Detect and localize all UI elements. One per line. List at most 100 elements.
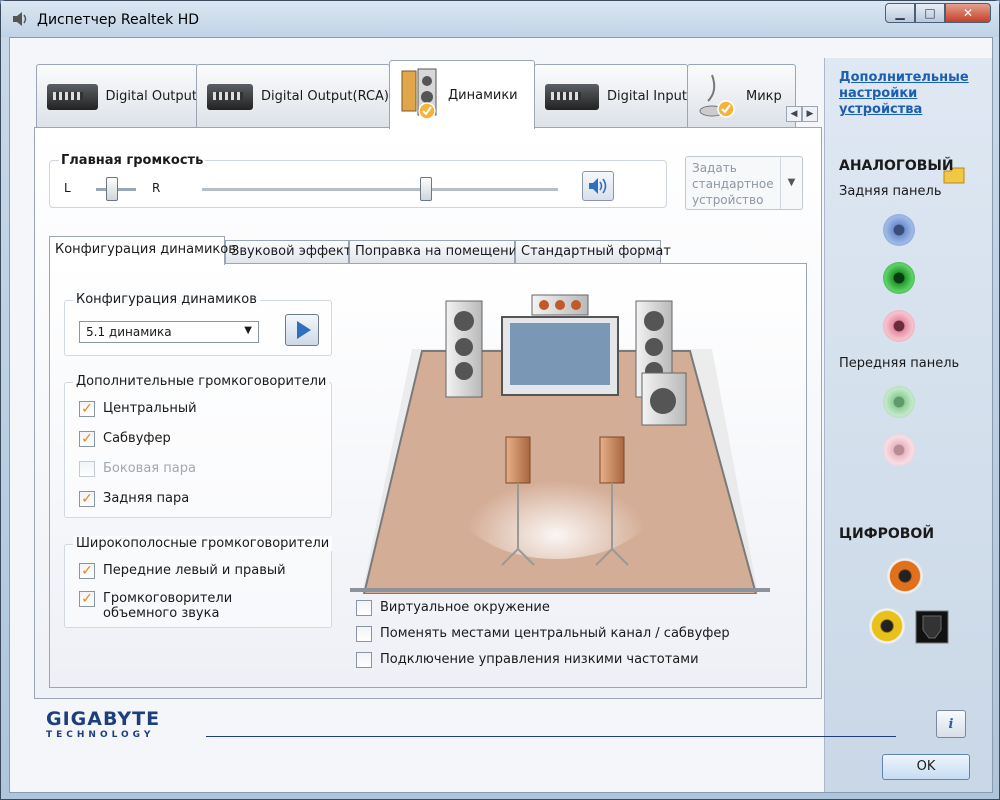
- checkbox-box: [79, 461, 95, 477]
- tab-sound-effect[interactable]: Звуковой эффект: [225, 240, 351, 264]
- device-tabs: Digital Output Digital Output(RCA) Динам…: [36, 60, 796, 129]
- tab-digital-output-rca[interactable]: Digital Output(RCA): [196, 64, 390, 128]
- back-panel-label: Задняя панель: [839, 184, 942, 199]
- side-pair-checkbox[interactable]: Боковая пара: [79, 461, 196, 477]
- title-bar: Диспетчер Realtek HD ▁ □ ✕: [1, 1, 999, 37]
- green-jack-icon[interactable]: [883, 262, 915, 294]
- main-volume-title: Главная громкость: [59, 153, 206, 168]
- tab-speakers[interactable]: Динамики: [389, 60, 535, 129]
- speaker-volume-icon: [589, 178, 607, 194]
- center-checkbox[interactable]: ✓ Центральный: [79, 401, 197, 417]
- bass-management-checkbox[interactable]: Подключение управления низкими частотами: [356, 652, 699, 668]
- pink-jack-icon[interactable]: [883, 310, 915, 342]
- speaker-config-group: Конфигурация динамиков 5.1 динамика ▼: [64, 292, 332, 356]
- minimize-button[interactable]: ▁: [885, 3, 915, 23]
- checkbox-check: ✓: [79, 563, 95, 579]
- checkbox-check: ✓: [79, 491, 95, 507]
- speakers-panel: L R Главная громкость Задать стандартное…: [34, 127, 822, 699]
- checkbox-label: Центральный: [103, 401, 197, 416]
- speaker-room-illustration: [362, 294, 758, 594]
- tab-digital-input[interactable]: Digital Input: [534, 64, 688, 128]
- speaker-config-title: Конфигурация динамиков: [73, 292, 260, 307]
- tab-default-format[interactable]: Стандартный формат: [515, 240, 671, 264]
- checkbox-label: Сабвуфер: [103, 431, 171, 446]
- digital-device-icon: [207, 83, 254, 110]
- speaker-config-select[interactable]: 5.1 динамика ▼: [79, 321, 259, 343]
- close-button[interactable]: ✕: [945, 3, 991, 23]
- speaker-app-icon: [13, 12, 27, 26]
- checkbox-label: Боковая пара: [103, 461, 196, 476]
- blue-jack-icon[interactable]: [883, 214, 915, 246]
- yellow-coax-jack-icon[interactable]: [869, 608, 905, 644]
- gigabyte-logo: GIGABYTE TECHNOLOGY: [46, 708, 160, 740]
- digital-device-icon: [545, 83, 599, 110]
- connector-side-panel: Дополнительные настройки устройства АНАЛ…: [824, 58, 992, 792]
- tab-scroll-right-button[interactable]: ▶: [802, 106, 818, 122]
- pink-front-jack-icon[interactable]: [883, 434, 915, 466]
- optical-port-icon[interactable]: [915, 610, 949, 644]
- maximize-button[interactable]: □: [915, 3, 945, 23]
- wideband-speakers-title: Широкополосные громкоговорители: [73, 536, 333, 551]
- window-title: Диспетчер Realtek HD: [37, 12, 200, 28]
- additional-speakers-group: Дополнительные громкоговорители ✓ Центра…: [64, 374, 332, 518]
- microphone-icon: [699, 74, 735, 118]
- subwoofer-checkbox[interactable]: ✓ Сабвуфер: [79, 431, 171, 447]
- balance-slider[interactable]: [106, 177, 118, 201]
- checkbox-check: ✓: [79, 431, 95, 447]
- play-test-button[interactable]: [285, 314, 319, 346]
- chevron-down-icon[interactable]: ▼: [780, 157, 802, 209]
- speakers-icon: [401, 68, 437, 120]
- front-lr-checkbox[interactable]: ✓ Передние левый и правый: [79, 563, 286, 579]
- balance-right-label: R: [152, 181, 161, 195]
- front-panel-label: Передняя панель: [839, 356, 960, 371]
- play-icon: [297, 321, 311, 339]
- logo-text: GIGABYTE: [46, 708, 161, 730]
- additional-speakers-title: Дополнительные громкоговорители: [73, 374, 330, 389]
- speaker-config-value: 5.1 динамика: [86, 325, 172, 339]
- checkbox-label: Виртуальное окружение: [380, 600, 550, 615]
- volume-slider[interactable]: [420, 177, 432, 201]
- rear-pair-checkbox[interactable]: ✓ Задняя пара: [79, 491, 189, 507]
- checkbox-check: ✓: [79, 591, 95, 607]
- virtual-surround-checkbox[interactable]: Виртуальное окружение: [356, 600, 550, 616]
- checkbox-check: ✓: [79, 401, 95, 417]
- advanced-settings-link[interactable]: Дополнительные настройки устройства: [839, 70, 992, 118]
- balance-left-label: L: [64, 181, 71, 195]
- speaker-config-panel: Конфигурация динамиков 5.1 динамика ▼ До…: [49, 263, 807, 688]
- room-divider: [350, 588, 770, 592]
- orange-spdif-jack-icon[interactable]: [887, 558, 923, 594]
- realtek-window: Диспетчер Realtek HD ▁ □ ✕ Digital Outpu…: [0, 0, 1000, 800]
- checkbox-box: [356, 626, 372, 642]
- client-area: Digital Output Digital Output(RCA) Динам…: [9, 37, 993, 793]
- tab-label: Digital Output: [105, 89, 197, 104]
- tab-room-correction[interactable]: Поправка на помещение: [349, 240, 525, 264]
- volume-track: [202, 188, 558, 191]
- logo-subtext: TECHNOLOGY: [46, 730, 155, 740]
- checkbox-label: Громкоговорители объемного звука: [103, 591, 233, 621]
- analog-title: АНАЛОГОВЫЙ: [839, 158, 954, 174]
- tab-label: Digital Input: [607, 89, 687, 104]
- mute-button[interactable]: [582, 171, 614, 201]
- checkbox-box: [356, 600, 372, 616]
- wideband-speakers-group: Широкополосные громкоговорители ✓ Передн…: [64, 536, 333, 628]
- surround-checkbox[interactable]: ✓ Громкоговорители объемного звука: [79, 591, 299, 621]
- info-button[interactable]: i: [936, 710, 966, 738]
- swap-center-sub-checkbox[interactable]: Поменять местами центральный канал / саб…: [356, 626, 730, 642]
- tab-label: Digital Output(RCA): [261, 89, 389, 104]
- checkbox-label: Передние левый и правый: [103, 563, 286, 578]
- checkbox-label: Поменять местами центральный канал / саб…: [380, 626, 730, 641]
- tab-digital-output[interactable]: Digital Output: [36, 64, 198, 128]
- ok-button[interactable]: OK: [882, 754, 970, 780]
- tab-microphone[interactable]: Микр: [687, 64, 796, 128]
- checkbox-label: Подключение управления низкими частотами: [380, 652, 699, 667]
- tab-scroll-left-button[interactable]: ◀: [786, 106, 802, 122]
- set-default-device-button[interactable]: Задать стандартное устройство ▼: [685, 156, 803, 210]
- tab-speaker-config[interactable]: Конфигурация динамиков: [49, 236, 236, 265]
- checkbox-label: Задняя пара: [103, 491, 190, 506]
- checkbox-box: [356, 652, 372, 668]
- digital-title: ЦИФРОВОЙ: [839, 526, 935, 542]
- green-front-jack-icon[interactable]: [883, 386, 915, 418]
- digital-device-icon: [47, 83, 98, 110]
- footer-divider: [206, 736, 896, 737]
- chevron-down-icon: ▼: [244, 325, 252, 336]
